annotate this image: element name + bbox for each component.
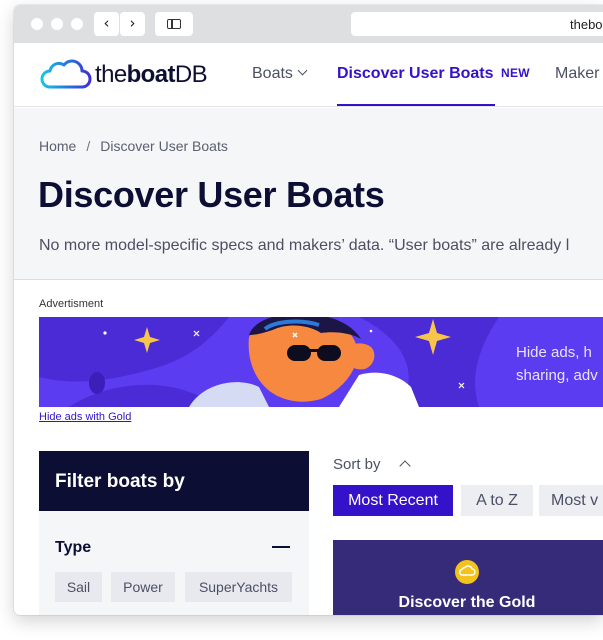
breadcrumb-separator: / (86, 138, 91, 154)
advertisement-banner[interactable]: Hide ads, h sharing, adv (39, 317, 603, 407)
nav-boats-label: Boats (252, 65, 293, 82)
active-nav-underline (337, 104, 495, 106)
ad-copy: Hide ads, h sharing, adv (516, 341, 598, 387)
breadcrumb-current: Discover User Boats (100, 138, 228, 154)
browser-toolbar: ‹ › thebo (14, 5, 603, 43)
nav-boats[interactable]: Boats (252, 65, 308, 83)
hide-ads-link[interactable]: Hide ads with Gold (39, 411, 131, 423)
logo-text-suffix: DB (174, 61, 208, 88)
window-close-dot[interactable] (31, 18, 43, 30)
cloud-logo-icon (40, 59, 92, 89)
browser-window: ‹ › thebo theboatDB Boats Discover User … (14, 5, 603, 615)
page-subtitle: No more model-specific specs and makers’… (39, 237, 570, 254)
minus-icon[interactable] (272, 546, 290, 548)
window-minimize-dot[interactable] (51, 18, 63, 30)
forward-arrow-icon[interactable]: › (120, 12, 145, 36)
sort-a-to-z[interactable]: A to Z (461, 485, 533, 516)
filter-type-label: Type (55, 539, 92, 556)
filter-panel: Filter boats by Type Sail Power SuperYac… (39, 451, 309, 615)
page-hero: Home / Discover User Boats Discover User B… (14, 108, 603, 280)
site-header: theboatDB Boats Discover User Boats NEW … (14, 43, 603, 107)
new-badge: NEW (501, 66, 530, 80)
chevron-down-icon (297, 65, 308, 76)
logo-text-bold: boat (126, 61, 176, 88)
filter-title: Filter boats by (55, 471, 185, 492)
nav-discover-user-boats[interactable]: Discover User Boats (337, 65, 494, 83)
address-text: thebo (570, 17, 603, 32)
sort-most-viewed[interactable]: Most v (539, 485, 603, 516)
gold-cloud-icon (455, 560, 479, 584)
sort-most-recent[interactable]: Most Recent (333, 485, 453, 516)
sidebar-toggle-icon[interactable] (155, 12, 193, 36)
sort-label[interactable]: Sort by (333, 456, 381, 473)
filter-header: Filter boats by (39, 451, 309, 511)
ad-copy-line-1: Hide ads, h (516, 344, 592, 361)
window-zoom-dot[interactable] (71, 18, 83, 30)
back-arrow-icon[interactable]: ‹ (94, 12, 119, 36)
chip-sail[interactable]: Sail (55, 572, 102, 602)
advertisement-label: Advertisment (39, 298, 104, 310)
nav-maker[interactable]: Maker (555, 65, 599, 83)
address-bar[interactable]: thebo (351, 12, 603, 36)
logo-text-prefix: the (95, 61, 127, 88)
breadcrumb-home[interactable]: Home (39, 138, 76, 154)
discover-gold-title: Discover the Gold (398, 594, 536, 611)
discover-gold-card[interactable]: Discover the Gold (333, 540, 603, 615)
chevron-up-icon[interactable] (399, 460, 411, 472)
chip-superyachts[interactable]: SuperYachts (185, 572, 292, 602)
breadcrumb: Home / Discover User Boats (39, 138, 228, 154)
chip-power[interactable]: Power (111, 572, 175, 602)
ad-copy-line-2: sharing, adv (516, 367, 598, 384)
page-title: Discover User Boats (38, 174, 385, 215)
